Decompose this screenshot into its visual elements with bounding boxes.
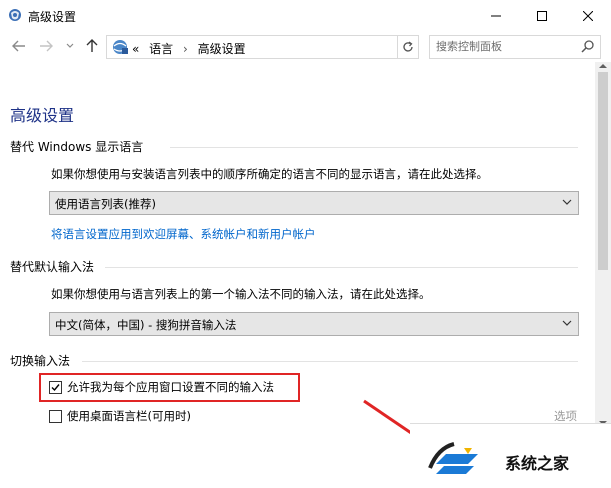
watermark-logo-icon: [428, 442, 478, 474]
section-divider: [105, 267, 578, 268]
breadcrumb-separator[interactable]: ›: [183, 42, 188, 56]
refresh-icon: [402, 41, 413, 52]
maximize-icon: [537, 10, 547, 21]
close-icon: [583, 10, 593, 21]
section-divider: [170, 147, 578, 148]
display-language-description: 如果你想使用与安装语言列表中的顺序所确定的语言不同的显示语言，请在此处选择。: [51, 167, 488, 181]
control-panel-globe-icon: [113, 40, 128, 54]
refresh-button[interactable]: [397, 35, 419, 59]
section-header-display-language: 替代 Windows 显示语言: [10, 140, 144, 154]
window-bottom-area: [0, 434, 410, 487]
control-panel-icon: [9, 9, 21, 21]
section-display-language: 替代 Windows 显示语言: [10, 138, 580, 155]
breadcrumb: « 语言 › 高级设置: [132, 40, 252, 57]
watermark: 系统之家: [410, 423, 611, 488]
search-box[interactable]: [429, 35, 601, 59]
back-arrow-icon[interactable]: [12, 40, 26, 52]
per-app-input-method-label[interactable]: 允许我为每个应用窗口设置不同的输入法: [67, 379, 274, 395]
display-language-selected-value: 使用语言列表(推荐): [55, 197, 156, 211]
per-app-input-method-checkbox[interactable]: [49, 380, 62, 394]
section-header-input-method: 替代默认输入法: [10, 260, 95, 274]
scroll-up-arrow-icon[interactable]: [599, 63, 607, 69]
section-header-switch-input: 切换输入法: [10, 354, 71, 368]
checkmark-icon: [51, 383, 60, 391]
display-language-select[interactable]: 使用语言列表(推荐): [49, 191, 579, 215]
up-arrow-icon[interactable]: [86, 39, 98, 53]
input-method-description: 如果你想使用与语言列表上的第一个输入法不同的输入法，请在此处选择。: [51, 287, 431, 301]
navigation-bar: « 语言 › 高级设置: [0, 31, 611, 62]
language-bar-label[interactable]: 使用桌面语言栏(可用时): [67, 408, 191, 424]
search-input[interactable]: [436, 39, 576, 54]
language-bar-checkbox[interactable]: [49, 409, 62, 423]
chevron-down-icon: [562, 320, 572, 326]
recent-pages-chevron-icon[interactable]: [66, 43, 74, 49]
window-title: 高级设置: [28, 10, 77, 24]
close-button[interactable]: [565, 0, 611, 31]
section-switch-input: 切换输入法: [10, 352, 580, 369]
scrollbar-thumb[interactable]: [598, 72, 608, 270]
minimize-icon: [491, 15, 501, 16]
page-title: 高级设置: [10, 106, 75, 125]
breadcrumb-item-advanced-settings[interactable]: 高级设置: [198, 42, 246, 56]
section-input-method: 替代默认输入法: [10, 258, 580, 275]
watermark-text: 系统之家: [505, 454, 570, 473]
maximize-button[interactable]: [519, 0, 565, 31]
language-bar-options-link[interactable]: 选项: [554, 408, 577, 424]
address-bar[interactable]: « 语言 › 高级设置: [106, 35, 493, 59]
minimize-button[interactable]: [473, 0, 519, 31]
title-bar: 高级设置: [0, 0, 611, 32]
input-method-select[interactable]: 中文(简体，中国) - 搜狗拼音输入法: [49, 312, 579, 336]
apply-language-settings-link[interactable]: 将语言设置应用到欢迎屏幕、系统帐户和新用户帐户: [51, 226, 316, 242]
section-divider: [82, 361, 578, 362]
per-app-input-method-option[interactable]: 允许我为每个应用窗口设置不同的输入法: [49, 379, 274, 395]
forward-arrow-icon[interactable]: [39, 40, 53, 52]
search-icon[interactable]: [581, 39, 595, 53]
vertical-scrollbar[interactable]: [595, 62, 611, 434]
breadcrumb-overflow[interactable]: «: [132, 42, 139, 56]
content-pane: 高级设置 替代 Windows 显示语言 如果你想使用与安装语言列表中的顺序所确…: [0, 62, 595, 434]
input-method-selected-value: 中文(简体，中国) - 搜狗拼音输入法: [55, 318, 237, 332]
breadcrumb-item-language[interactable]: 语言: [149, 42, 173, 56]
chevron-down-icon: [562, 199, 572, 205]
language-bar-option[interactable]: 使用桌面语言栏(可用时): [49, 408, 191, 424]
